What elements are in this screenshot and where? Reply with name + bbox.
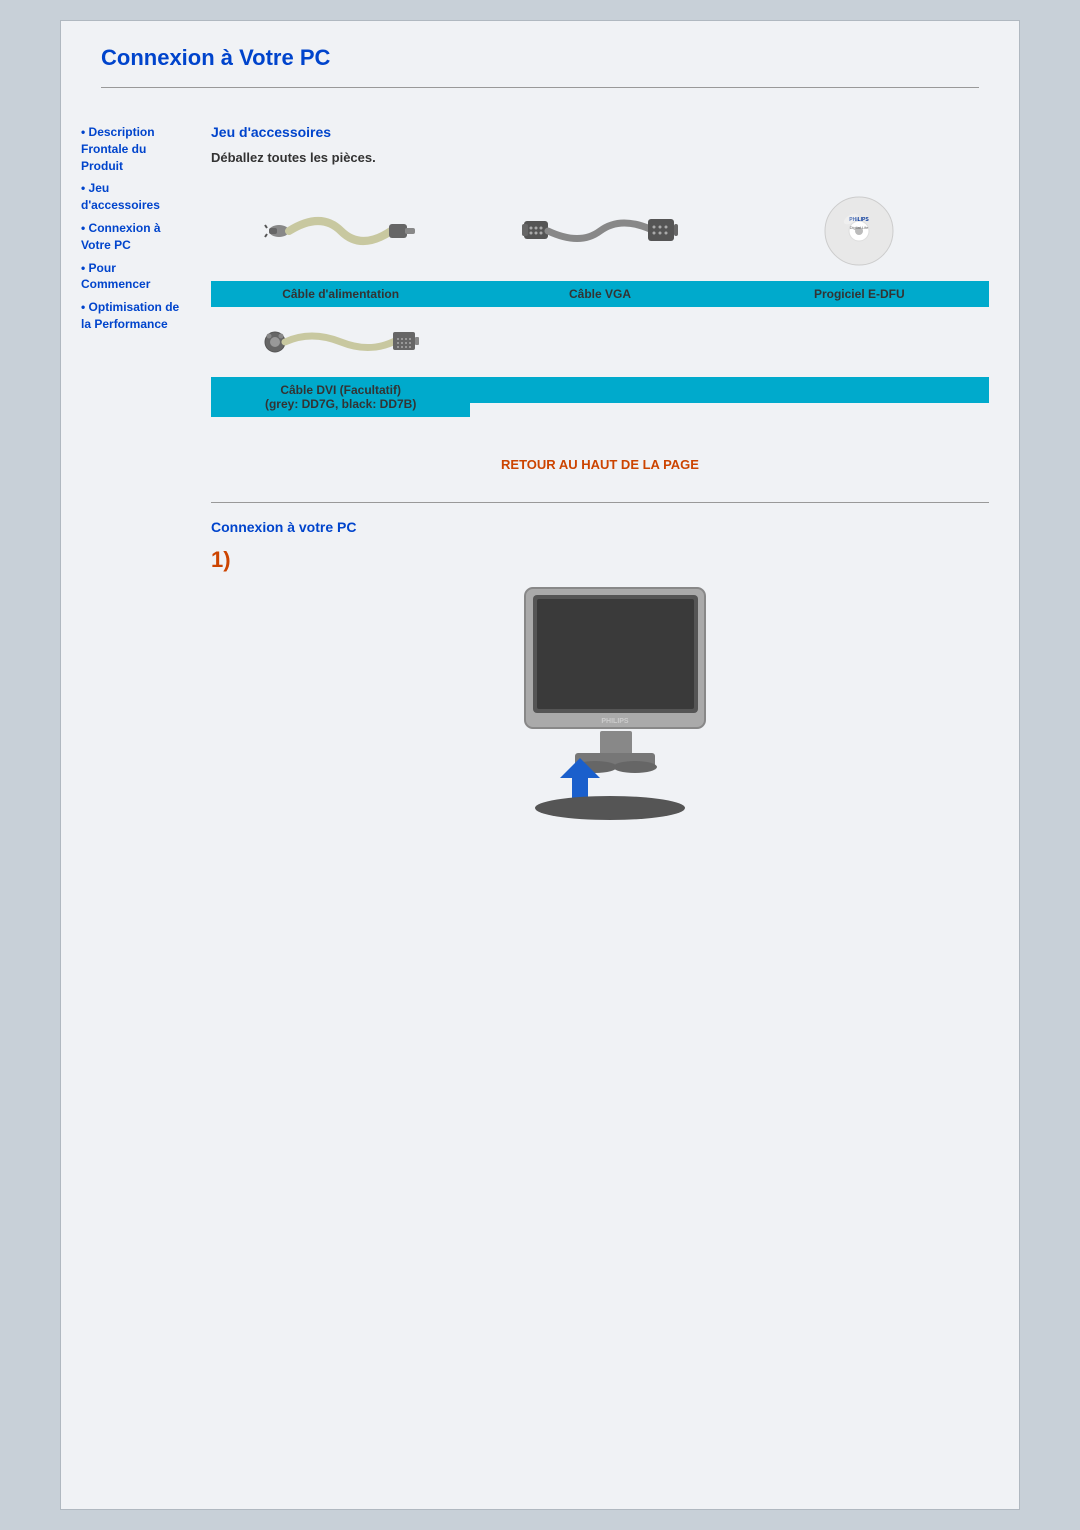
sidebar-item-description[interactable]: Description Frontale du Produit [81, 124, 181, 174]
accessories-grid-row1: Câble d'alimentation [211, 181, 989, 307]
content-area: Jeu d'accessoires Déballez toutes les pi… [191, 124, 1019, 853]
accessories-grid-row2: Câble DVI (Facultatif)(grey: DD7G, black… [211, 307, 989, 417]
vga-cable-image [470, 181, 729, 281]
sidebar-item-jeu[interactable]: Jeu d'accessoires [81, 180, 181, 214]
accessory-label-power: Câble d'alimentation [211, 281, 470, 307]
empty-image-2 [730, 307, 989, 377]
disc-svg: PHILIPS Digital Life [819, 191, 899, 271]
sidebar-item-pour[interactable]: Pour Commencer [81, 260, 181, 294]
main-layout: Description Frontale du Produit Jeu d'ac… [61, 104, 1019, 853]
unpack-text: Déballez toutes les pièces. [211, 150, 989, 165]
accessory-vga-cable: Câble VGA [470, 181, 729, 307]
section2-title: Connexion à votre PC [211, 519, 989, 535]
empty-image-1 [470, 307, 729, 377]
sidebar-item-optimisation[interactable]: Optimisation de la Performance [81, 299, 181, 333]
empty-label-1 [470, 377, 729, 403]
empty-label-2 [730, 377, 989, 403]
power-cable-svg [261, 191, 421, 271]
accessory-disc: PHILIPS Digital Life Progiciel E-DFU [730, 181, 989, 307]
section1-title: Jeu d'accessoires [211, 124, 989, 140]
page-container: Connexion à Votre PC Description Frontal… [60, 20, 1020, 1510]
bottom-divider [211, 502, 989, 503]
accessory-dvi-cable: Câble DVI (Facultatif)(grey: DD7G, black… [211, 307, 470, 417]
monitor-illustration: PHILIPS [231, 583, 989, 823]
accessory-label-vga: Câble VGA [470, 281, 729, 307]
sidebar: Description Frontale du Produit Jeu d'ac… [61, 124, 191, 853]
sidebar-item-connexion[interactable]: Connexion à Votre PC [81, 220, 181, 254]
accessory-label-dvi: Câble DVI (Facultatif)(grey: DD7G, black… [211, 377, 470, 417]
dvi-cable-image [211, 307, 470, 377]
header-section: Connexion à Votre PC [61, 21, 1019, 104]
page-title: Connexion à Votre PC [101, 45, 979, 71]
power-cable-image [211, 181, 470, 281]
vga-cable-svg [520, 191, 680, 271]
accessory-label-disc: Progiciel E-DFU [730, 281, 989, 307]
accessory-empty-2 [730, 307, 989, 417]
step-number: 1) [211, 547, 989, 573]
svg-text:Digital Life: Digital Life [850, 225, 869, 230]
top-divider [101, 87, 979, 88]
accessory-empty-1 [470, 307, 729, 417]
base-oval-svg [530, 793, 690, 823]
dvi-cable-svg [261, 312, 421, 372]
svg-text:PHILIPS: PHILIPS [601, 718, 629, 725]
monitor-svg: PHILIPS [495, 583, 725, 783]
return-link[interactable]: RETOUR AU HAUT DE LA PAGE [211, 437, 989, 492]
disc-image: PHILIPS Digital Life [730, 181, 989, 281]
accessory-power-cable: Câble d'alimentation [211, 181, 470, 307]
